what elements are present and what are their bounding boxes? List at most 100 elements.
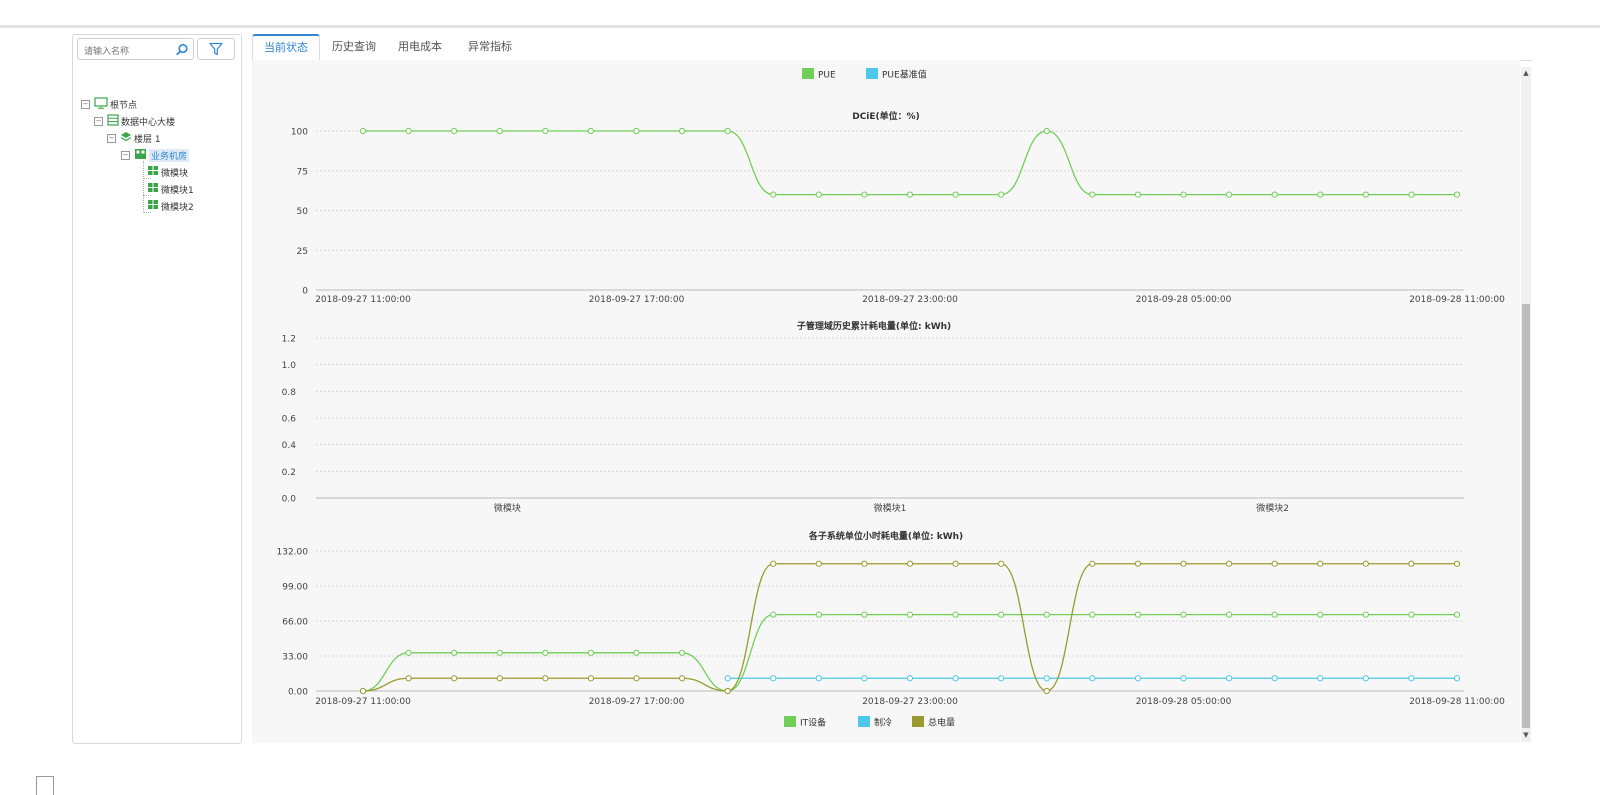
legend-swatch: [802, 68, 814, 79]
data-point: [1180, 675, 1187, 682]
data-point: [1225, 560, 1233, 567]
data-point: [1089, 611, 1096, 618]
data-point: [405, 675, 412, 682]
tree-node-building[interactable]: − 数据中心大楼: [94, 113, 175, 129]
data-point: [724, 127, 731, 135]
tree-node-label: 微模块1: [161, 185, 194, 196]
tree-node-label: 根节点: [110, 100, 138, 111]
data-point: [1225, 611, 1233, 618]
tree-node-label: 微模块2: [161, 202, 194, 213]
data-point: [861, 560, 868, 567]
data-point: [1362, 191, 1369, 198]
data-point: [815, 560, 822, 567]
y-tick-label: 0.2: [282, 468, 296, 478]
data-point: [1317, 191, 1324, 198]
tree-node-floor[interactable]: − 楼层 1: [107, 130, 161, 146]
tab-history-query[interactable]: 历史查询: [324, 34, 384, 59]
scroll-up-arrow[interactable]: ▲: [1521, 68, 1531, 78]
y-tick-label: 1.2: [282, 335, 296, 345]
charts-svg: PUE PUE基准值 0 25 50 75 100 DCiE(单位：%) 2018-09-27 …: [277, 68, 1505, 729]
monitor-icon: [94, 96, 108, 112]
data-point: [1453, 191, 1461, 198]
data-point: [678, 649, 686, 656]
data-point: [815, 191, 822, 198]
search-icon[interactable]: [175, 42, 189, 56]
corner-decoration: [36, 776, 54, 795]
y-tick-label: 33.00: [282, 653, 308, 663]
x-category-label: 微模块2: [1256, 502, 1289, 514]
data-point: [542, 127, 549, 135]
data-point: [1134, 611, 1142, 618]
tree-node-label: 楼层 1: [134, 134, 161, 145]
filter-icon: [209, 42, 223, 56]
data-point: [542, 649, 549, 656]
data-point: [906, 560, 914, 567]
tree-node-root[interactable]: − 根节点: [81, 96, 137, 112]
data-point: [998, 191, 1005, 198]
data-point: [724, 687, 731, 695]
data-point: [906, 611, 914, 618]
data-point: [952, 611, 959, 618]
room-icon: [134, 148, 147, 163]
series-line-总电量: [362, 563, 1457, 692]
legend-swatch: [858, 716, 870, 727]
data-point: [1043, 127, 1050, 135]
data-point: [952, 560, 959, 567]
data-point: [1453, 675, 1461, 682]
x-tick-label: 2018-09-28 11:00:00: [1409, 295, 1505, 305]
collapse-toggle[interactable]: −: [121, 150, 130, 160]
data-point: [952, 675, 959, 682]
x-tick-label: 2018-09-27 11:00:00: [315, 697, 411, 707]
search-input[interactable]: [78, 43, 174, 61]
data-point: [359, 687, 367, 695]
legend-swatch: [784, 716, 796, 727]
tree-node-module[interactable]: 微模块: [147, 164, 188, 180]
data-point: [861, 191, 868, 198]
data-point: [678, 675, 686, 682]
x-tick-label: 2018-09-27 17:00:00: [589, 295, 685, 305]
data-point: [1134, 191, 1142, 198]
y-tick-label: 0.6: [282, 415, 297, 425]
scrollbar-thumb[interactable]: [1522, 304, 1530, 728]
filter-button[interactable]: [197, 38, 235, 60]
data-point: [1408, 675, 1415, 682]
x-category-label: 微模块1: [874, 502, 907, 514]
tree-node-room[interactable]: − 业务机房: [121, 147, 190, 163]
tree-node-module[interactable]: 微模块1: [147, 181, 194, 197]
scroll-down-arrow[interactable]: ▼: [1521, 730, 1531, 740]
y-tick-label: 132.00: [277, 548, 309, 558]
tab-current-status[interactable]: 当前状态: [252, 34, 320, 61]
data-point: [1317, 560, 1324, 567]
data-point: [724, 675, 731, 682]
legend-label: PUE: [818, 71, 836, 81]
collapse-toggle[interactable]: −: [107, 133, 116, 143]
module-icon: [147, 165, 159, 179]
collapse-toggle[interactable]: −: [81, 99, 90, 109]
x-tick-label: 2018-09-27 17:00:00: [589, 697, 685, 707]
data-point: [1362, 560, 1369, 567]
data-point: [1134, 675, 1142, 682]
tab-power-cost[interactable]: 用电成本: [390, 34, 450, 59]
tab-abnormal-index[interactable]: 异常指标: [460, 34, 520, 59]
data-point: [1362, 675, 1369, 682]
series-line-PUE: [363, 130, 1457, 196]
data-point: [770, 611, 777, 618]
data-point: [1317, 611, 1324, 618]
data-point: [633, 649, 640, 656]
x-tick-label: 2018-09-28 05:00:00: [1136, 295, 1232, 305]
collapse-toggle[interactable]: −: [94, 116, 103, 126]
data-point: [1362, 611, 1369, 618]
data-point: [587, 649, 595, 656]
data-point: [633, 675, 640, 682]
data-point: [1089, 560, 1096, 567]
tree-node-label: 微模块: [161, 168, 189, 179]
search-box[interactable]: [77, 38, 194, 61]
data-point: [633, 127, 640, 135]
top-divider: [0, 25, 1600, 28]
tree-panel: − 根节点 − 数据中心大楼 − 楼层 1 − 业务机房: [72, 34, 242, 744]
floor-icon: [120, 131, 132, 146]
tree-node-label: 业务机房: [149, 148, 190, 162]
data-point: [678, 127, 686, 135]
data-point: [861, 611, 868, 618]
tree-node-module[interactable]: 微模块2: [147, 198, 194, 214]
